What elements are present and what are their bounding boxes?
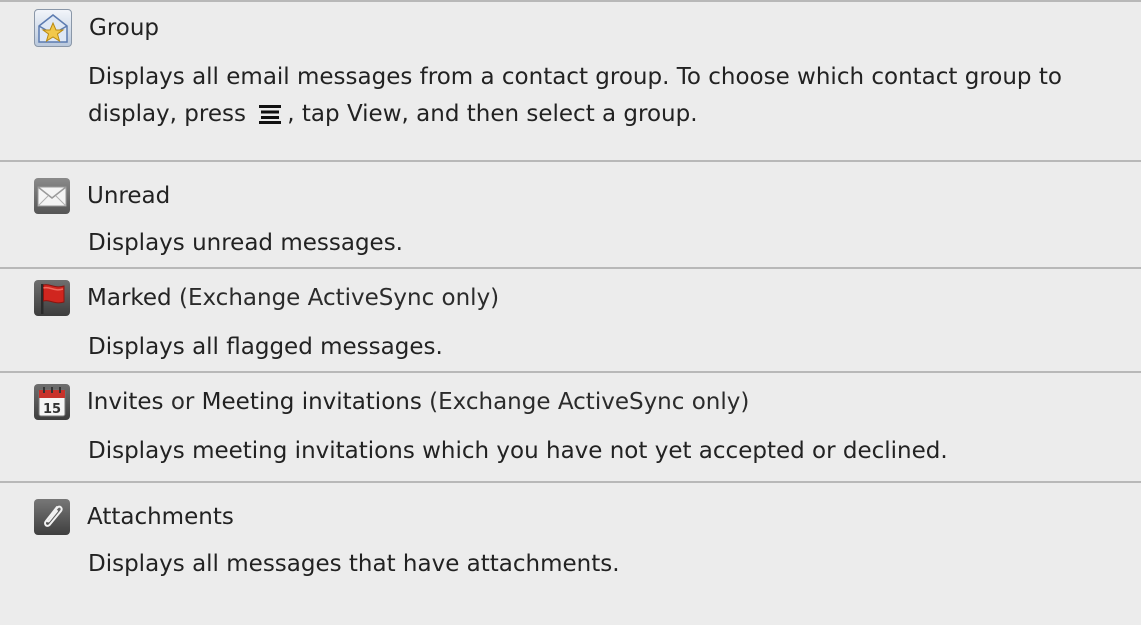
paperclip-icon	[34, 498, 70, 535]
calendar-icon: 15	[34, 383, 70, 420]
list-item-header: 15 Invites or Meeting invitations (Excha…	[0, 373, 1141, 430]
item-description: Displays unread messages.	[88, 230, 403, 256]
view-label: View	[346, 101, 402, 127]
list-item-header: Unread	[0, 162, 1141, 230]
item-description: Displays all flagged messages.	[88, 334, 443, 360]
item-title: Marked (Exchange ActiveSync only)	[87, 284, 500, 311]
list-item-group: Group Displays all email messages from a…	[0, 2, 1141, 162]
group-star-icon	[34, 8, 72, 47]
menu-icon	[259, 99, 282, 136]
item-title: Group	[89, 14, 160, 41]
list-item-marked: Marked (Exchange ActiveSync only) Displa…	[0, 269, 1141, 373]
document-page: Group Displays all email messages from a…	[0, 0, 1141, 625]
list-item-invites: 15 Invites or Meeting invitations (Excha…	[0, 373, 1141, 483]
list-item-header: Marked (Exchange ActiveSync only)	[0, 269, 1141, 326]
item-description: Displays all messages that have attachme…	[88, 551, 620, 577]
envelope-icon	[34, 178, 70, 214]
item-title: Unread	[87, 183, 171, 209]
item-title: Attachments	[87, 503, 234, 530]
item-description: Displays meeting invitations which you h…	[88, 438, 948, 464]
list-item-header: Attachments	[0, 483, 1141, 550]
list-item-header: Group	[0, 2, 1141, 51]
item-title: Invites or Meeting invitations (Exchange…	[87, 388, 750, 415]
list-item-attachments: Attachments Displays all messages that h…	[0, 483, 1141, 625]
item-description: Displays all email messages from a conta…	[0, 59, 1141, 136]
svg-text:15: 15	[43, 402, 61, 417]
list-item-unread: Unread Displays unread messages.	[0, 162, 1141, 269]
red-flag-icon	[34, 279, 70, 316]
